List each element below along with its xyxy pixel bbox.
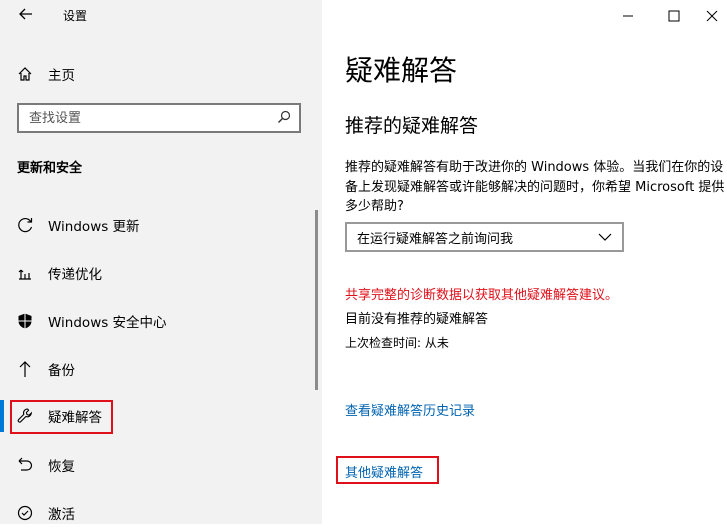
troubleshoot-highlight-box (10, 400, 113, 434)
backup-arrow-icon (14, 360, 36, 378)
diagnostic-data-link[interactable]: 共享完整的诊断数据以获取其他疑难解答建议。 (345, 284, 618, 303)
app-title: 设置 (63, 9, 88, 23)
sidebar-item-label: 传递优化 (48, 267, 102, 283)
home-nav-item[interactable]: 主页 (14, 60, 75, 88)
sidebar-item-recovery[interactable]: 恢复 (14, 450, 75, 480)
refresh-icon (14, 216, 36, 234)
home-icon (14, 66, 36, 82)
search-input[interactable] (29, 110, 259, 126)
sidebar-scrollbar[interactable] (315, 210, 318, 390)
troubleshoot-preference-dropdown[interactable]: 在运行疑难解答之前询问我 (345, 222, 624, 252)
sidebar-item-backup[interactable]: 备份 (14, 354, 75, 384)
maximize-icon[interactable] (662, 4, 686, 28)
section-title: 更新和安全 (17, 161, 83, 176)
section-subtitle: 推荐的疑难解答 (345, 115, 479, 137)
recovery-icon (14, 456, 36, 474)
chevron-down-icon (598, 230, 612, 245)
sidebar-item-label: 激活 (48, 507, 75, 523)
description-text: 推荐的疑难解答有助于改进你的 Windows 体验。当我们在你的设备上发现疑难解… (345, 160, 725, 214)
sidebar-item-label: 恢复 (48, 459, 75, 475)
back-arrow-icon[interactable] (16, 6, 36, 26)
sidebar-item-label: Windows 安全中心 (48, 315, 167, 331)
page-title: 疑难解答 (345, 54, 458, 87)
sidebar-item-windows-security[interactable]: Windows 安全中心 (14, 306, 167, 336)
other-troubleshooters-highlight-box (336, 456, 439, 484)
delivery-optimization-icon (14, 264, 36, 282)
search-icon[interactable] (277, 109, 291, 128)
last-checked-text: 上次检查时间: 从未 (345, 336, 449, 350)
sidebar-item-delivery-optimization[interactable]: 传递优化 (14, 258, 102, 288)
home-label: 主页 (48, 68, 75, 84)
activation-icon (14, 504, 36, 522)
selection-indicator (0, 400, 4, 432)
search-box[interactable] (17, 103, 301, 133)
sidebar-item-windows-update[interactable]: Windows 更新 (14, 210, 140, 240)
view-history-link[interactable]: 查看疑难解答历史记录 (345, 400, 475, 419)
shield-icon (14, 312, 36, 330)
sidebar: 设置 主页 更新和安全 Windows 更新 传递优化 Windows 安全中心 (0, 0, 322, 524)
sidebar-item-label: 备份 (48, 363, 75, 379)
no-recommended-text: 目前没有推荐的疑难解答 (345, 312, 489, 327)
close-icon[interactable] (700, 4, 724, 28)
minimize-icon[interactable] (616, 4, 640, 28)
dropdown-value: 在运行疑难解答之前询问我 (357, 231, 514, 247)
sidebar-item-label: Windows 更新 (48, 219, 140, 235)
